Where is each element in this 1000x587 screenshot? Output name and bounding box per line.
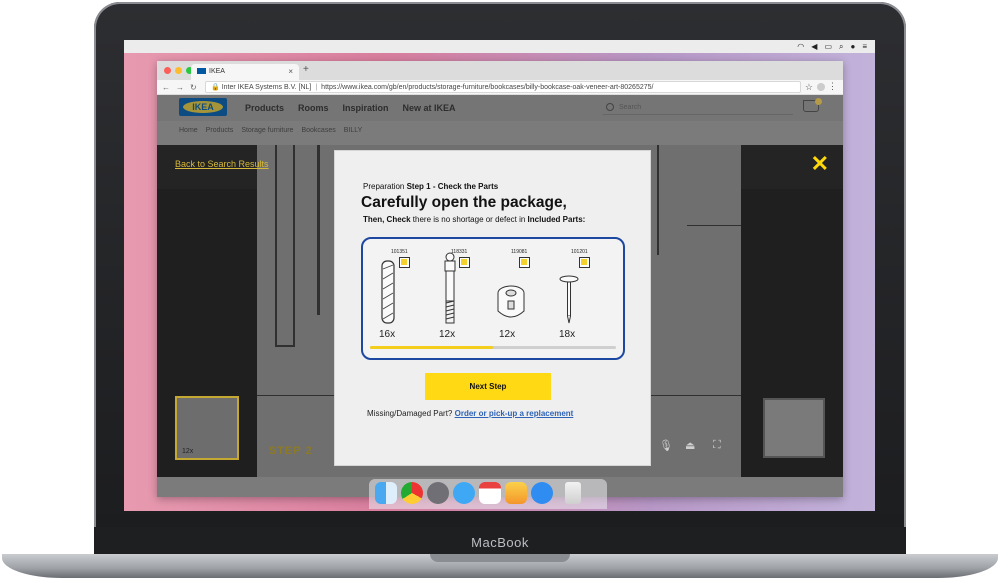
close-icon[interactable]: ✕ <box>811 153 829 175</box>
part-code: 101351 <box>391 249 408 255</box>
modal-title: Carefully open the package, <box>361 194 567 211</box>
part-quantity: 12x <box>499 329 516 340</box>
part-item: 118331 12x <box>433 247 489 342</box>
macos-dock <box>369 479 607 509</box>
window-controls <box>164 67 193 74</box>
safari-icon[interactable] <box>531 482 553 504</box>
parts-progress-bar <box>370 346 616 349</box>
nav-new-at-ikea[interactable]: New at IKEA <box>403 103 456 113</box>
siri-icon[interactable]: ● <box>850 41 855 52</box>
part-item: 101201 18x <box>553 247 609 342</box>
forward-icon[interactable]: → <box>176 83 184 92</box>
part-code: 101201 <box>571 249 588 255</box>
nav-products[interactable]: Products <box>245 103 284 113</box>
part-code: 119081 <box>511 249 528 255</box>
connector-bolt-icon <box>444 252 456 324</box>
screen: ◠ ◀ ▭ ⌕ ● ≡ IKEA × + ← → ↻ 🔒 Inter IKEA … <box>124 40 875 511</box>
lock-icon: 🔒 <box>211 84 220 91</box>
next-step-button[interactable]: Next Step <box>425 373 551 400</box>
parts-progress-fill <box>370 346 493 349</box>
part-quantity: 16x <box>379 329 396 340</box>
tab-title: IKEA <box>209 68 225 75</box>
fullscreen-icon[interactable]: ⛶ <box>713 439 721 452</box>
new-tab-button[interactable]: + <box>303 64 309 75</box>
parts-check-modal: Preparation Step 1 - Check the Parts Car… <box>335 151 650 465</box>
wifi-icon[interactable]: ◠ <box>797 41 804 52</box>
laptop-notch <box>430 554 570 562</box>
reload-icon[interactable]: ↻ <box>190 83 197 92</box>
included-parts-panel: 101351 16x 118331 12x 119081 12x 101201 … <box>361 237 625 360</box>
search-placeholder: Search <box>619 104 642 111</box>
address-bar-row: ← → ↻ 🔒 Inter IKEA Systems B.V. [NL] | http… <box>157 80 843 95</box>
part-checkbox[interactable] <box>519 257 530 268</box>
battery-icon[interactable]: ▭ <box>824 41 832 52</box>
airplay-icon[interactable]: ⏏ <box>685 439 695 452</box>
site-identity: Inter IKEA Systems B.V. [NL] <box>221 84 312 91</box>
search-icon <box>606 103 614 111</box>
dowel-icon <box>381 260 395 324</box>
order-replacement-link[interactable]: Order or pick-up a replacement <box>455 409 574 418</box>
ikea-logo[interactable]: IKEA <box>179 98 227 116</box>
nail-icon <box>559 275 579 324</box>
part-quantity: 18x <box>559 329 576 340</box>
main-nav: Products Rooms Inspiration New at IKEA <box>245 103 456 113</box>
cart-badge <box>815 98 822 105</box>
messages-icon[interactable] <box>453 482 475 504</box>
breadcrumb-billy[interactable]: BILLY <box>344 127 363 134</box>
back-icon[interactable]: ← <box>162 83 170 92</box>
breadcrumb-bookcases[interactable]: Bookcases <box>301 127 335 134</box>
step-thumbnail[interactable]: 12x <box>175 396 239 460</box>
spotlight-icon[interactable]: ⌕ <box>839 41 843 52</box>
finder-icon[interactable] <box>375 482 397 504</box>
browser-menu-icon[interactable]: ⋮ <box>828 81 837 92</box>
part-checkbox[interactable] <box>399 257 410 268</box>
url-text: https://www.ikea.com/gb/en/products/stor… <box>321 84 654 91</box>
volume-icon[interactable]: ◀ <box>811 41 817 52</box>
minimize-window-button[interactable] <box>175 67 182 74</box>
close-window-button[interactable] <box>164 67 171 74</box>
missing-part-line: Missing/Damaged Part? Order or pick-up a… <box>367 409 573 418</box>
part-item: 119081 12x <box>493 247 549 342</box>
device-brand: MacBook <box>471 535 529 550</box>
cam-lock-icon <box>497 285 525 318</box>
step-heading: Preparation Step 1 - Check the Parts <box>363 182 499 191</box>
address-bar[interactable]: 🔒 Inter IKEA Systems B.V. [NL] | https://ww… <box>205 81 801 93</box>
ikea-favicon-icon <box>197 68 206 75</box>
microphone-icon[interactable]: 🎙 <box>659 439 673 452</box>
step-label: STEP 2 <box>269 445 313 457</box>
thumbnail-quantity: 12x <box>182 448 194 455</box>
macos-menubar: ◠ ◀ ▭ ⌕ ● ≡ <box>124 40 875 53</box>
nav-rooms[interactable]: Rooms <box>298 103 329 113</box>
modal-subtitle: Then, Check there is no shortage or defe… <box>363 215 586 224</box>
part-quantity: 12x <box>439 329 456 340</box>
chrome-icon[interactable] <box>401 482 423 504</box>
breadcrumb-storage[interactable]: Storage furniture <box>241 127 293 134</box>
macbook-mockup: MacBook ◠ ◀ ▭ ⌕ ● ≡ IKEA × + ← → ↻ 🔒 Int… <box>0 0 1000 587</box>
notification-center-icon[interactable]: ≡ <box>862 41 867 52</box>
part-checkbox[interactable] <box>579 257 590 268</box>
tab-ikea[interactable]: IKEA × <box>191 64 299 80</box>
breadcrumb: Home Products Storage furniture Bookcase… <box>179 127 362 134</box>
sketch-icon[interactable] <box>505 482 527 504</box>
breadcrumb-home[interactable]: Home <box>179 127 198 134</box>
back-to-search-link[interactable]: Back to Search Results <box>175 159 269 169</box>
browser-window: IKEA × + ← → ↻ 🔒 Inter IKEA Systems B.V. … <box>157 61 843 497</box>
search-input[interactable]: Search <box>603 101 793 115</box>
tab-close-icon[interactable]: × <box>288 67 293 76</box>
part-item: 101351 16x <box>373 247 429 342</box>
nav-inspiration[interactable]: Inspiration <box>343 103 389 113</box>
breadcrumb-products[interactable]: Products <box>206 127 234 134</box>
missing-part-text: Missing/Damaged Part? <box>367 409 453 418</box>
bookmark-star-icon[interactable]: ☆ <box>805 82 813 93</box>
next-step-thumbnail[interactable] <box>763 398 825 458</box>
trash-icon[interactable] <box>565 482 581 504</box>
profile-icon[interactable] <box>817 83 825 91</box>
calendar-icon[interactable] <box>479 482 501 504</box>
ikea-header: IKEA Products Rooms Inspiration New at I… <box>157 95 843 121</box>
tab-bar: IKEA × + <box>157 61 843 80</box>
system-preferences-icon[interactable] <box>427 482 449 504</box>
